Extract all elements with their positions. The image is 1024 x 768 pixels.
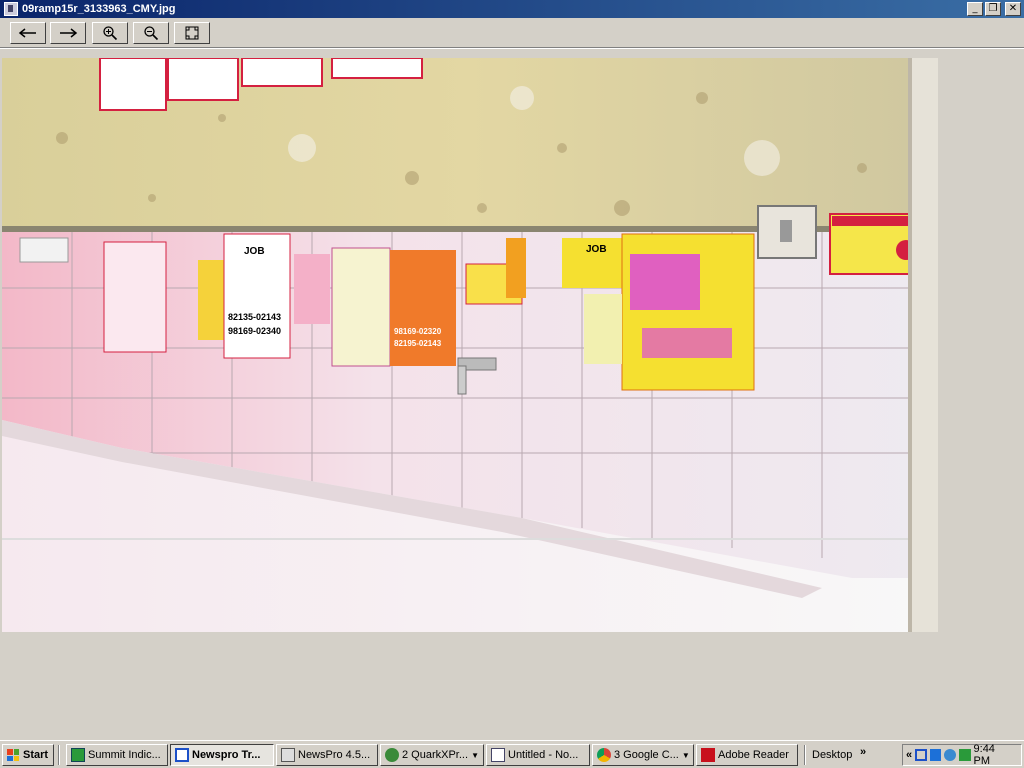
tray-expand-chevron[interactable]: « [906,749,912,761]
close-button[interactable]: ✕ [1005,2,1021,16]
notepad-app-icon [491,748,505,762]
title-bar: 09ramp15r_3133963_CMY.jpg _ ❐ ✕ [0,0,1024,18]
taskbar-item-label: Newspro Tr... [192,749,261,761]
toolbar-overflow-chevron[interactable]: » [860,746,866,758]
fit-to-window-icon [185,26,199,40]
newspro-window-icon [281,748,295,762]
window-title: 09ramp15r_3133963_CMY.jpg [22,3,176,15]
taskbar-item-quarkxpress[interactable]: 2 QuarkXPr... ▼ [380,744,484,766]
group-dropdown-icon: ▼ [681,750,690,760]
taskbar-item-label: Untitled - No... [508,749,579,761]
previous-image-button[interactable] [10,22,46,44]
start-button[interactable]: Start [2,744,54,766]
taskbar-item-newspro-4-5[interactable]: NewsPro 4.5... [276,744,378,766]
taskbar-item-label: 3 Google C... [614,749,679,761]
arrow-left-icon [18,28,36,38]
taskbar-item-newspro-tr[interactable]: Newspro Tr... [170,744,274,766]
wall-photo-graphic: JOB 82135-02143 98169-02340 98169-02320 … [2,58,938,632]
taskbar-item-label: NewsPro 4.5... [298,749,371,761]
zoom-in-icon [103,26,118,41]
poster-job-text-2: JOB [586,244,607,255]
zoom-out-icon [144,26,159,41]
update-tray-icon[interactable] [944,749,956,761]
keyboard-tray-icon[interactable] [958,749,971,761]
poster-phone-1: 82135-02143 [228,312,281,322]
group-dropdown-icon: ▼ [471,750,479,760]
newspro-app-icon [175,748,189,762]
start-label: Start [23,749,49,761]
taskbar-item-label: Adobe Reader [718,749,789,761]
taskbar-item-untitled-notepad[interactable]: Untitled - No... [486,744,590,766]
restore-button[interactable]: ❐ [985,2,1001,16]
taskbar-item-label: 2 QuarkXPr... [402,749,469,761]
taskbar-item-adobe-reader[interactable]: Adobe Reader [696,744,798,766]
taskbar-separator [58,745,60,765]
zoom-out-button[interactable] [133,22,169,44]
system-tray: « 9:44 PM [902,743,1022,767]
zoom-in-button[interactable] [92,22,128,44]
taskbar-separator [804,745,806,765]
newspro-tray-icon[interactable] [915,749,927,761]
fit-to-window-button[interactable] [174,22,210,44]
chrome-app-icon [597,748,611,762]
poster-phone-3: 98169-02320 [394,327,442,336]
minimize-button[interactable]: _ [967,2,983,16]
windows-taskbar: Start Summit Indic... Newspro Tr... News… [0,740,1024,768]
viewer-toolbar [0,18,1024,48]
taskbar-item-summit-indic[interactable]: Summit Indic... [66,744,168,766]
arrow-right-icon [60,28,78,38]
desktop-toolbar-label[interactable]: Desktop [812,749,852,761]
poster-job-text-1: JOB [244,246,265,257]
displayed-photo: JOB 82135-02143 98169-02340 98169-02320 … [2,58,938,632]
taskbar-item-label: Summit Indic... [88,749,161,761]
adobe-reader-app-icon [701,748,715,762]
poster-phone-4: 82195-02143 [394,339,442,348]
summit-app-icon [71,748,85,762]
taskbar-clock[interactable]: 9:44 PM [974,743,1013,767]
poster-phone-2: 98169-02340 [228,326,281,336]
window-controls: _ ❐ ✕ [967,2,1021,16]
image-viewer-app-icon[interactable] [4,2,18,16]
quarkxpress-app-icon [385,748,399,762]
network-tray-icon[interactable] [929,749,942,761]
windows-logo-icon [7,749,19,761]
taskbar-item-google-chrome[interactable]: 3 Google C... ▼ [592,744,694,766]
next-image-button[interactable] [50,22,86,44]
